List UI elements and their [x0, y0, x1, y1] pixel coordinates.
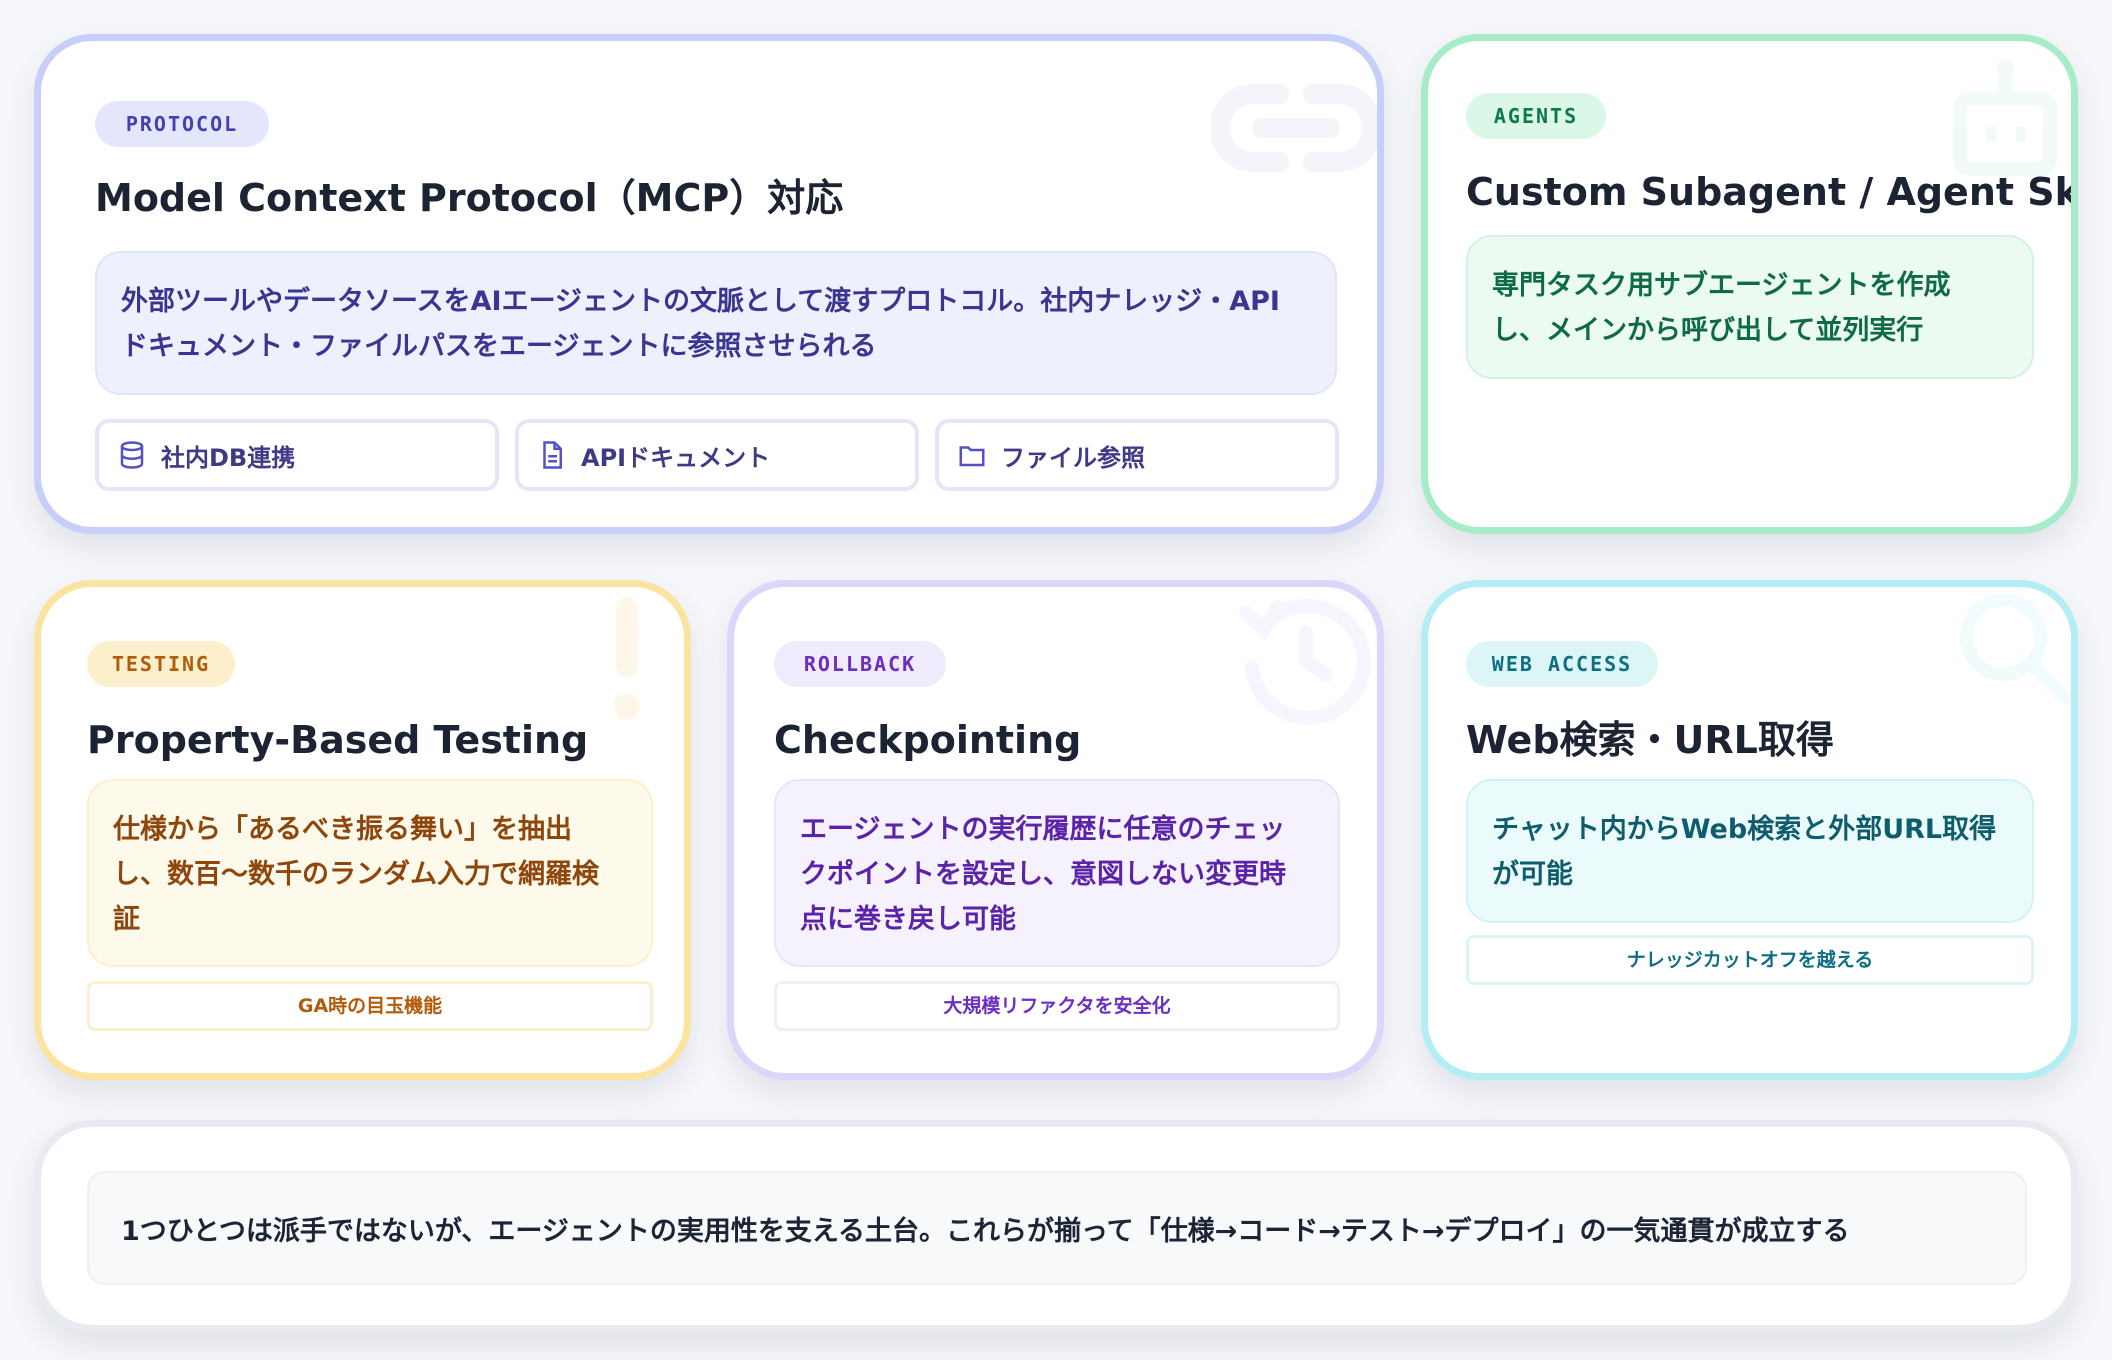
category-badge: AGENTS [1466, 93, 1606, 139]
card-description: 仕様から「あるべき振る舞い」を抽出 し、数百〜数千のランダム入力で網羅検 証 [87, 779, 653, 967]
search-icon [1960, 593, 2071, 705]
desc-line: チャット内からWeb検索と外部URL取得 [1492, 814, 1997, 845]
desc-line: 証 [113, 904, 140, 935]
desc-line: が可能 [1492, 859, 1573, 890]
mcp-card: PROTOCOL Model Context Protocol（MCP）対応 外… [34, 34, 1384, 534]
card-description: チャット内からWeb検索と外部URL取得 が可能 [1466, 779, 2034, 923]
web-card: WEB ACCESS Web検索・URL取得 チャット内からWeb検索と外部UR… [1421, 580, 2078, 1080]
desc-line: クポイントを設定し、意図しない変更時 [800, 859, 1286, 890]
agents-card: AGENTS Custom Subagent / Agent Skills 専門… [1421, 34, 2078, 534]
desc-line: 点に巻き戻し可能 [800, 904, 1016, 935]
card-title: Model Context Protocol（MCP）対応 [95, 176, 844, 220]
testing-card: TESTING Property-Based Testing 仕様から「あるべき… [34, 580, 691, 1080]
history-icon [1239, 598, 1371, 725]
folder-icon [959, 446, 985, 467]
desc-line: 仕様から「あるべき振る舞い」を抽出 [113, 814, 572, 845]
database-icon [120, 441, 144, 469]
desc-line: し、数百〜数千のランダム入力で網羅検 [113, 859, 599, 890]
category-badge: WEB ACCESS [1466, 641, 1658, 687]
chip-label: ファイル参照 [1001, 443, 1145, 472]
card-title: Custom Subagent / Agent Skills [1466, 170, 2078, 214]
chip-label: APIドキュメント [581, 443, 771, 472]
category-badge: TESTING [87, 641, 235, 687]
card-description: 専門タスク用サブエージェントを作成 し、メインから呼び出して並列実行 [1466, 235, 2034, 379]
desc-line: ドキュメント・ファイルパスをエージェントに参照させられる [121, 331, 877, 362]
link-icon [1211, 83, 1377, 173]
card-description: エージェントの実行履歴に任意のチェッ クポイントを設定し、意図しない変更時 点に… [774, 779, 1340, 967]
chip-file-ref[interactable]: ファイル参照 [935, 419, 1339, 491]
summary-card: 1つひとつは派手ではないが、エージェントの実用性を支える土台。これらが揃って「仕… [34, 1120, 2078, 1332]
category-badge: PROTOCOL [95, 101, 269, 147]
chip-api-doc[interactable]: APIドキュメント [515, 419, 919, 491]
chip-database[interactable]: 社内DB連携 [95, 419, 499, 491]
feature-tag: GA時の目玉機能 [87, 981, 653, 1031]
desc-line: し、メインから呼び出して並列実行 [1492, 315, 1924, 346]
card-title: Property-Based Testing [87, 718, 589, 762]
document-icon [543, 441, 562, 469]
desc-line: 専門タスク用サブエージェントを作成 [1492, 270, 1951, 301]
card-title: Web検索・URL取得 [1466, 718, 1834, 762]
rollback-card: ROLLBACK Checkpointing エージェントの実行履歴に任意のチェ… [727, 580, 1384, 1080]
desc-line: エージェントの実行履歴に任意のチェッ [800, 814, 1286, 845]
desc-line: 外部ツールやデータソースをAIエージェントの文脈として渡すプロトコル。社内ナレッ… [121, 286, 1280, 317]
summary-text: 1つひとつは派手ではないが、エージェントの実用性を支える土台。これらが揃って「仕… [87, 1171, 2027, 1285]
card-title: Checkpointing [774, 718, 1082, 762]
category-badge: ROLLBACK [774, 641, 946, 687]
feature-tag: 大規模リファクタを安全化 [774, 981, 1340, 1031]
chip-label: 社内DB連携 [161, 443, 296, 472]
exclamation-icon [614, 597, 640, 720]
feature-tag: ナレッジカットオフを越える [1466, 935, 2034, 985]
card-description: 外部ツールやデータソースをAIエージェントの文脈として渡すプロトコル。社内ナレッ… [95, 251, 1337, 395]
